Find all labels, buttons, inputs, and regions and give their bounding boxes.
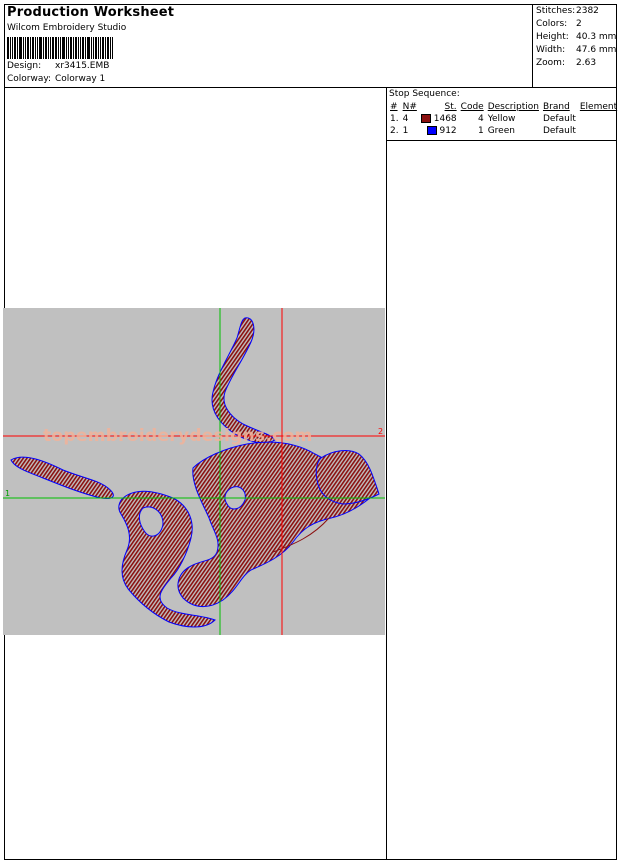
header-divider bbox=[4, 87, 617, 88]
barcode bbox=[7, 37, 131, 59]
embroidery-design-svg: 2 1 bbox=[3, 308, 385, 635]
barcode-bar bbox=[78, 37, 79, 59]
barcode-bar bbox=[10, 37, 11, 59]
barcode-bar bbox=[7, 37, 9, 59]
stat-stitches: Stitches:2382 bbox=[536, 6, 599, 16]
barcode-bar bbox=[80, 37, 81, 59]
barcode-bar bbox=[87, 37, 90, 59]
color-swatch bbox=[426, 126, 437, 135]
barcode-bar bbox=[25, 37, 26, 59]
table-row: 1. 4 1468 4 Yellow Default bbox=[390, 114, 576, 124]
barcode-bar bbox=[55, 37, 57, 59]
barcode-bar bbox=[12, 37, 13, 59]
barcode-bar bbox=[107, 37, 109, 59]
barcode-bar bbox=[66, 37, 67, 59]
colorway-row: Colorway: Colorway 1 bbox=[7, 74, 105, 84]
barcode-bar bbox=[82, 37, 84, 59]
barcode-bar bbox=[32, 37, 34, 59]
barcode-bar bbox=[58, 37, 59, 59]
col-element: Element bbox=[579, 102, 618, 112]
barcode-bar bbox=[98, 37, 99, 59]
stat-width: Width: 47.6 mm bbox=[536, 45, 617, 55]
design-shapes bbox=[10, 317, 380, 628]
col-needle: N# bbox=[402, 102, 417, 112]
color-swatch bbox=[420, 114, 431, 123]
barcode-bar bbox=[73, 37, 74, 59]
table-row: 2. 1 912 1 Green Default bbox=[390, 126, 576, 136]
guide-label-red: 2 bbox=[378, 427, 383, 436]
colorway-label: Colorway: bbox=[7, 74, 52, 84]
barcode-bar bbox=[68, 37, 69, 59]
design-label: Design: bbox=[7, 61, 42, 71]
barcode-bar bbox=[105, 37, 106, 59]
barcode-bar bbox=[39, 37, 42, 59]
stitch-shape bbox=[315, 450, 380, 505]
barcode-bar bbox=[112, 37, 113, 59]
barcode-bar bbox=[17, 37, 18, 59]
software-name: Wilcom Embroidery Studio bbox=[7, 23, 127, 33]
col-description: Description bbox=[487, 102, 539, 112]
page-title: Production Worksheet bbox=[7, 5, 175, 20]
stat-zoom: Zoom: 2.63 bbox=[536, 58, 597, 68]
col-code: Code bbox=[460, 102, 484, 112]
barcode-bar bbox=[95, 37, 97, 59]
design-preview: 2 1 topembroiderydesigns.com bbox=[3, 308, 385, 635]
design-value: xr3415.EMB bbox=[55, 61, 110, 71]
barcode-bar bbox=[60, 37, 61, 59]
watermark-text: topembroiderydesigns.com bbox=[43, 426, 313, 446]
panel-divider bbox=[386, 87, 387, 860]
col-stitches: St. bbox=[444, 102, 457, 112]
barcode-bar bbox=[85, 37, 86, 59]
design-row: Design: xr3415.EMB bbox=[7, 61, 109, 71]
stop-sequence-divider bbox=[386, 140, 617, 141]
barcode-bar bbox=[100, 37, 101, 59]
barcode-bar bbox=[27, 37, 29, 59]
barcode-bar bbox=[45, 37, 47, 59]
barcode-bar bbox=[52, 37, 54, 59]
stop-sequence-table: # N# St. Code Description Brand Element … bbox=[388, 101, 619, 137]
barcode-bar bbox=[14, 37, 16, 59]
header-stats-divider bbox=[532, 4, 533, 88]
barcode-bar bbox=[35, 37, 36, 59]
barcode-bar bbox=[91, 37, 92, 59]
barcode-bar bbox=[43, 37, 44, 59]
col-index: # bbox=[390, 102, 398, 112]
barcode-bar bbox=[50, 37, 51, 59]
stitch-shape bbox=[211, 317, 276, 444]
barcode-bar bbox=[37, 37, 38, 59]
stat-height: Height: 40.3 mm bbox=[536, 32, 617, 42]
barcode-bar bbox=[23, 37, 24, 59]
barcode-bar bbox=[93, 37, 94, 59]
stitch-shape bbox=[10, 456, 114, 499]
design-stats: Stitches:2382 Colors: 2 Height: 40.3 mm Wi… bbox=[536, 5, 616, 70]
colorway-value: Colorway 1 bbox=[55, 74, 106, 84]
barcode-bar bbox=[102, 37, 104, 59]
barcode-bar bbox=[48, 37, 49, 59]
guide-label-green: 1 bbox=[5, 489, 10, 498]
barcode-bar bbox=[70, 37, 72, 59]
col-brand: Brand bbox=[542, 102, 570, 112]
barcode-bar bbox=[30, 37, 31, 59]
stat-colors: Colors: 2 bbox=[536, 19, 582, 29]
stop-sequence-header: # N# St. Code Description Brand Element bbox=[388, 101, 619, 113]
stop-sequence-title: Stop Sequence: bbox=[389, 89, 460, 99]
barcode-bar bbox=[62, 37, 65, 59]
barcode-bar bbox=[75, 37, 77, 59]
barcode-bar bbox=[19, 37, 22, 59]
barcode-bar bbox=[110, 37, 111, 59]
